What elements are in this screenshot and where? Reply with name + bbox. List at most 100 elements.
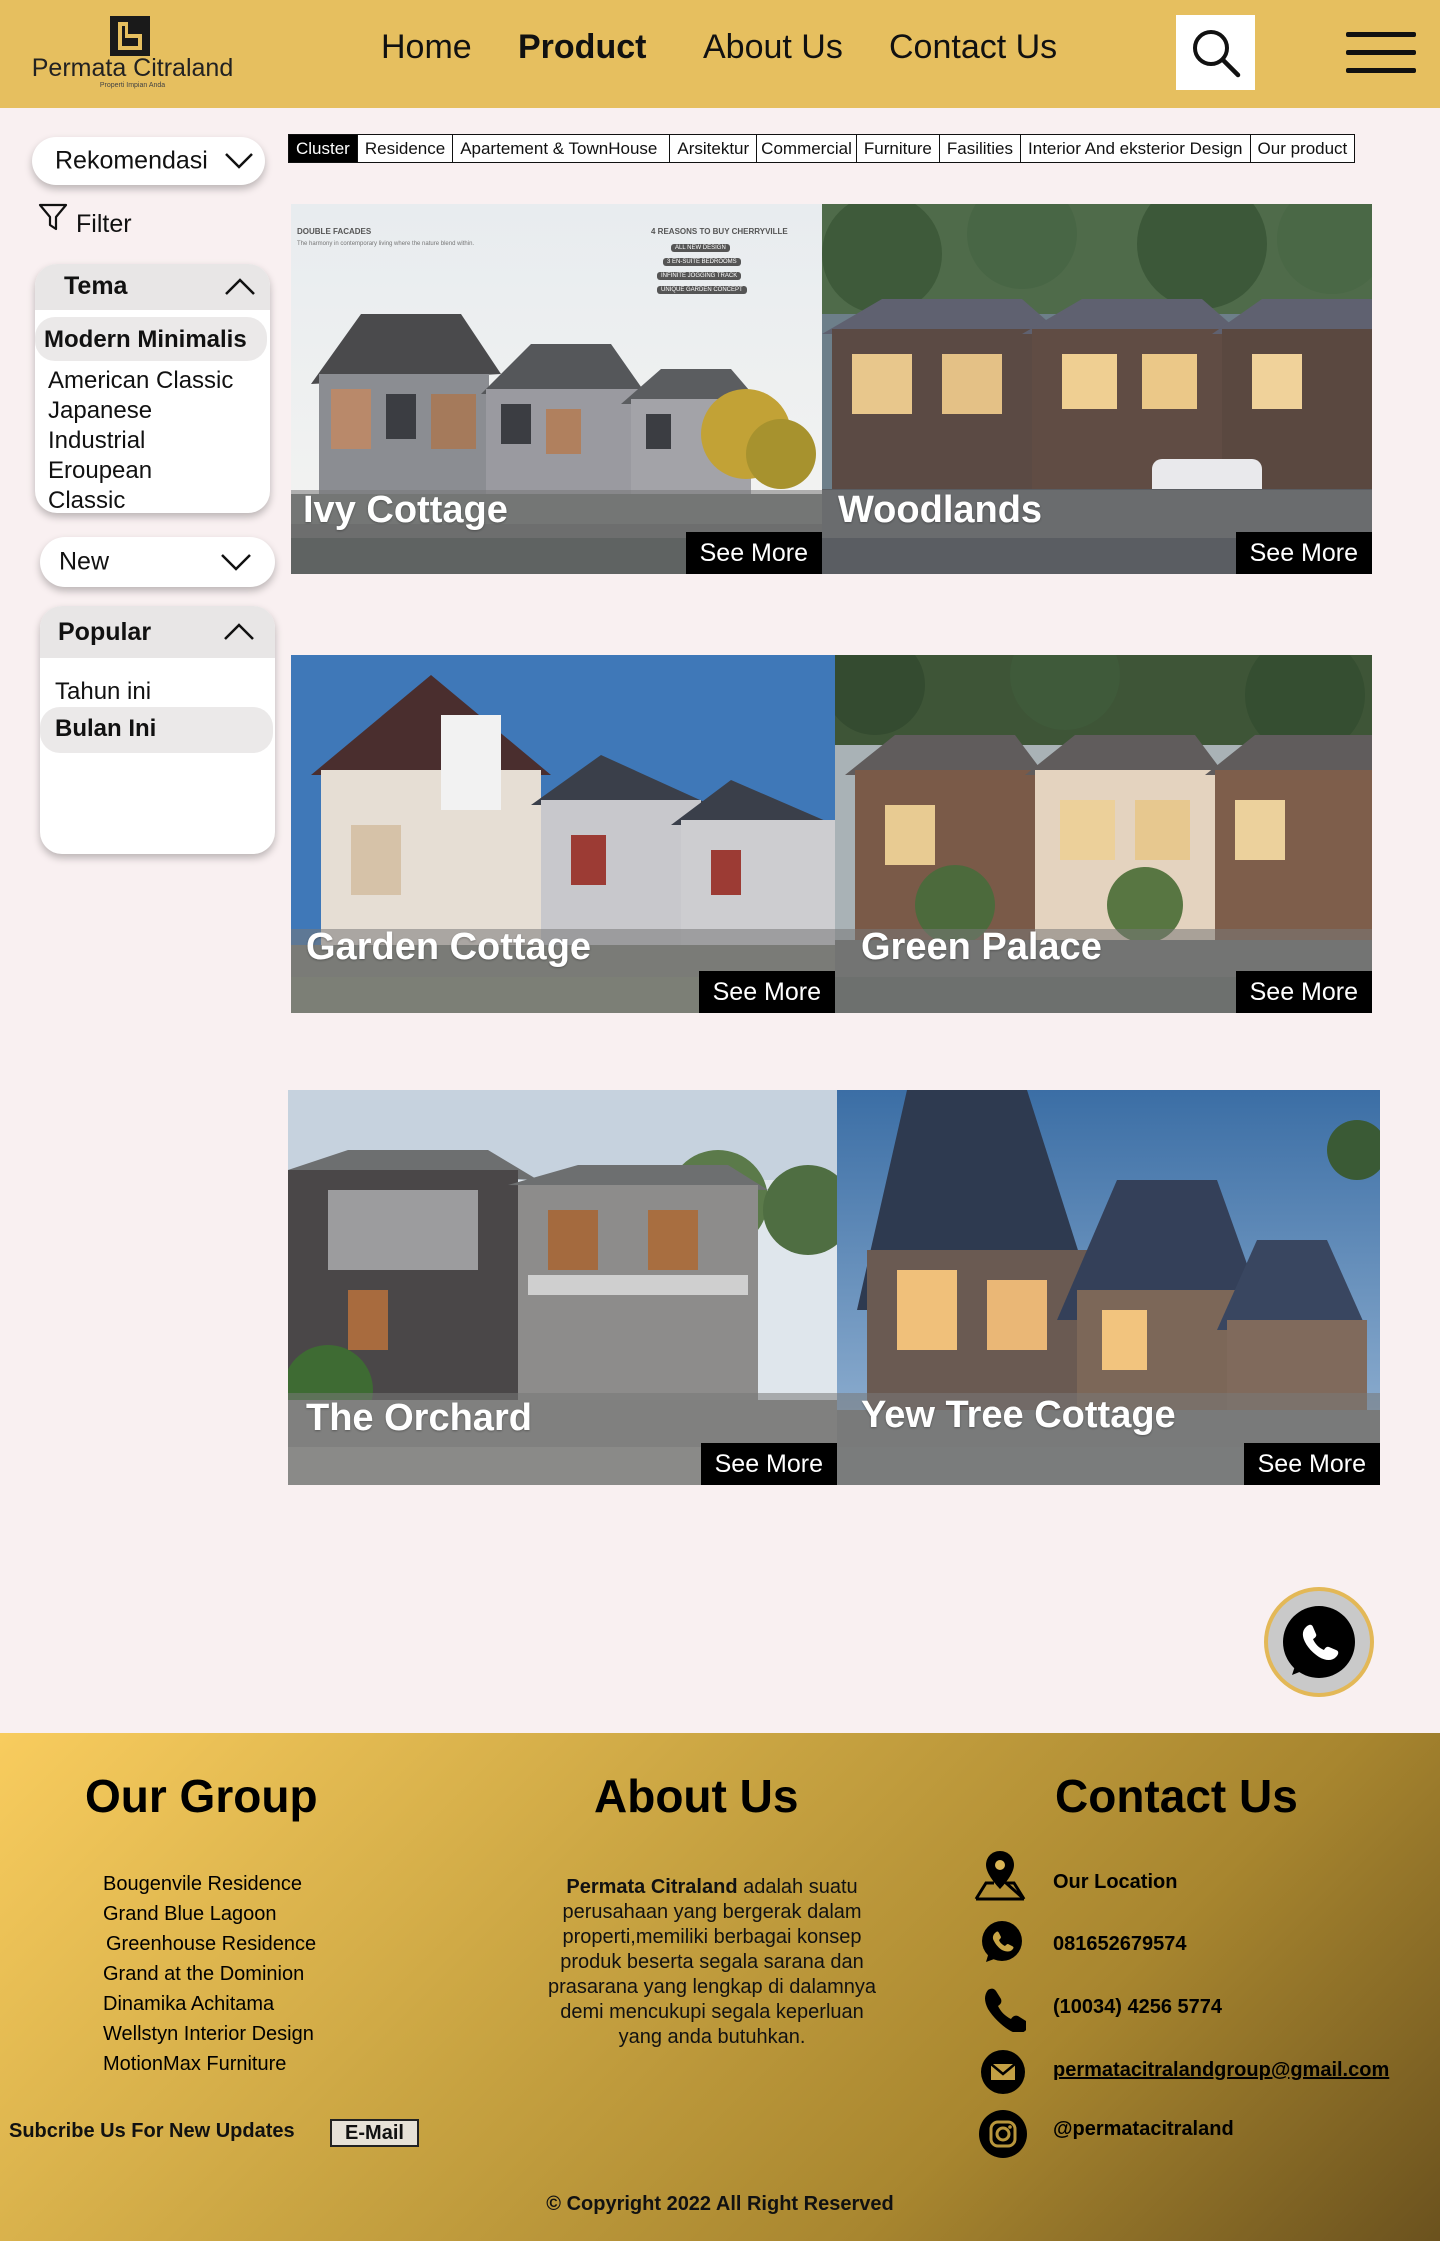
- card-title: Green Palace: [861, 926, 1102, 968]
- nav-product[interactable]: Product: [518, 28, 646, 67]
- product-card-green-palace[interactable]: Green Palace See More: [835, 655, 1372, 1013]
- tema-option-american-classic[interactable]: American Classic: [48, 367, 233, 395]
- card-title: Ivy Cottage: [303, 489, 508, 531]
- see-more-button[interactable]: See More: [700, 1443, 837, 1485]
- see-more-button[interactable]: See More: [1243, 1443, 1380, 1485]
- tab-apartement-townhouse[interactable]: Apartement & TownHouse: [453, 135, 671, 162]
- card-title: Garden Cottage: [306, 926, 592, 968]
- popular-option-selected[interactable]: Bulan Ini: [40, 707, 273, 753]
- tema-option-classic[interactable]: Classic: [48, 487, 125, 513]
- tab-residence[interactable]: Residence: [357, 135, 454, 162]
- search-icon: [1192, 29, 1240, 77]
- instagram-icon: [979, 2110, 1027, 2158]
- card-title: Woodlands: [838, 489, 1043, 531]
- new-dropdown[interactable]: New: [40, 537, 275, 587]
- sort-dropdown[interactable]: Rekomendasi: [32, 137, 265, 185]
- tab-our-product[interactable]: Our product: [1250, 135, 1355, 162]
- footer-about-title: About Us: [594, 1770, 799, 1822]
- copyright-text: © Copyright 2022 All Right Reserved: [546, 2193, 894, 2215]
- contact-location[interactable]: Our Location: [1053, 1871, 1177, 1894]
- popular-selected-label: Bulan Ini: [55, 715, 157, 742]
- footer-group-link[interactable]: Greenhouse Residence: [106, 1933, 316, 1956]
- card-title: The Orchard: [306, 1397, 532, 1439]
- footer-contact-title: Contact Us: [1055, 1770, 1298, 1822]
- about-description: adalah suatu perusahaan yang bergerak da…: [548, 1876, 876, 2048]
- footer-group-link[interactable]: Bougenvile Residence: [103, 1873, 302, 1896]
- footer-about-text: Permata Citraland adalah suatu perusahaa…: [538, 1875, 886, 2050]
- whatsapp-icon: [982, 1921, 1022, 1962]
- see-more-button[interactable]: See More: [1235, 971, 1372, 1013]
- promo-reason-4: UNIQUE GARDEN CONCEPT: [657, 286, 747, 294]
- promo-reason-3: INFINITE JOGGING TRACK: [657, 272, 742, 280]
- tema-title: Tema: [64, 272, 128, 300]
- chevron-down-icon: [221, 554, 251, 571]
- filter-icon: [38, 203, 68, 231]
- popular-title: Popular: [58, 618, 152, 646]
- nav-about-us[interactable]: About Us: [703, 28, 843, 67]
- nav-contact-us[interactable]: Contact Us: [889, 28, 1057, 67]
- location-pin-icon: [974, 1851, 1026, 1901]
- footer-our-group-title: Our Group: [85, 1770, 318, 1822]
- about-company-name: Permata Citraland: [566, 1876, 738, 1898]
- nav-home[interactable]: Home: [381, 28, 472, 67]
- card-title: Yew Tree Cottage: [861, 1394, 1176, 1436]
- hamburger-menu-icon[interactable]: [1346, 24, 1416, 80]
- tema-panel-header[interactable]: Tema: [35, 264, 270, 310]
- see-more-button[interactable]: See More: [698, 971, 835, 1013]
- tema-panel: Tema Modern Minimalis American Classic J…: [35, 264, 270, 513]
- new-label: New: [59, 547, 110, 576]
- popular-option-tahun-ini[interactable]: Tahun ini: [55, 678, 151, 706]
- promo-subtext: The harmony in contemporary living where…: [297, 241, 475, 247]
- brand-tagline: Properti Impian Anda: [99, 82, 166, 89]
- site-header: Permata Citraland Properti Impian Anda H…: [0, 0, 1440, 108]
- whatsapp-chat-button[interactable]: [1264, 1587, 1374, 1697]
- tema-option-japanese[interactable]: Japanese: [48, 397, 152, 425]
- tab-fasilities[interactable]: Fasilities: [939, 135, 1022, 162]
- see-more-button[interactable]: See More: [685, 532, 822, 574]
- phone-icon: [985, 1988, 1026, 2032]
- contact-phone[interactable]: (10034) 4256 5774: [1053, 1996, 1222, 2019]
- logo-mark-icon: [110, 16, 150, 56]
- subscribe-email-button[interactable]: E-Mail: [330, 2119, 419, 2147]
- see-more-button[interactable]: See More: [1235, 532, 1372, 574]
- product-card-the-orchard[interactable]: The Orchard See More: [288, 1090, 837, 1485]
- popular-panel-header[interactable]: Popular: [40, 606, 275, 658]
- tab-commercial[interactable]: Commercial: [757, 135, 857, 162]
- footer-group-link[interactable]: Grand at the Dominion: [103, 1963, 304, 1986]
- contact-whatsapp[interactable]: 081652679574: [1053, 1933, 1186, 1956]
- promo-reasons-title: 4 REASONS TO BUY CHERRYVILLE: [651, 227, 788, 236]
- product-card-garden-cottage[interactable]: Garden Cottage See More: [291, 655, 835, 1013]
- tab-furniture[interactable]: Furniture: [856, 135, 940, 162]
- product-card-ivy-cottage[interactable]: DOUBLE FACADES The harmony in contempora…: [291, 204, 822, 574]
- footer-group-link[interactable]: Wellstyn Interior Design: [103, 2023, 314, 2046]
- contact-email[interactable]: permatacitralandgroup@gmail.com: [1053, 2059, 1389, 2082]
- tema-selected-label: Modern Minimalis: [44, 326, 247, 353]
- footer-group-link[interactable]: Grand Blue Lagoon: [103, 1903, 276, 1926]
- tab-arsitektur[interactable]: Arsitektur: [670, 135, 758, 162]
- chevron-up-icon: [224, 623, 254, 640]
- whatsapp-icon: [1283, 1606, 1355, 1678]
- brand-name: Permata Citraland: [31, 54, 234, 82]
- tema-option-selected[interactable]: Modern Minimalis: [35, 317, 267, 361]
- tab-interior-eksterior-design[interactable]: Interior And eksterior Design: [1021, 135, 1251, 162]
- tema-option-eroupean[interactable]: Eroupean: [48, 457, 152, 485]
- footer-group-link[interactable]: Dinamika Achitama: [103, 1993, 274, 2016]
- brand-logo[interactable]: Permata Citraland Properti Impian Anda: [20, 14, 245, 94]
- subscribe-label: Subcribe Us For New Updates: [9, 2120, 295, 2142]
- product-card-woodlands[interactable]: Woodlands See More: [822, 204, 1372, 574]
- chevron-up-icon: [225, 278, 255, 295]
- product-card-yew-tree-cottage[interactable]: Yew Tree Cottage See More: [837, 1090, 1380, 1485]
- search-button[interactable]: [1176, 15, 1255, 90]
- promo-reason-2: 3 EN-SUITE BEDROOMS: [663, 258, 741, 266]
- category-tabs: Cluster Residence Apartement & TownHouse…: [288, 134, 1356, 163]
- promo-reason-1: ALL NEW DESIGN: [671, 244, 730, 252]
- contact-instagram[interactable]: @permatacitraland: [1053, 2118, 1234, 2141]
- popular-panel: Popular Tahun ini Bulan Ini: [40, 606, 275, 854]
- tema-option-industrial[interactable]: Industrial: [48, 427, 145, 455]
- sort-label: Rekomendasi: [55, 146, 208, 175]
- filter-label: Filter: [76, 210, 132, 238]
- footer-group-link[interactable]: MotionMax Furniture: [103, 2053, 286, 2076]
- chevron-down-icon: [225, 153, 253, 169]
- email-icon: [981, 2050, 1025, 2094]
- tab-cluster[interactable]: Cluster: [289, 135, 358, 162]
